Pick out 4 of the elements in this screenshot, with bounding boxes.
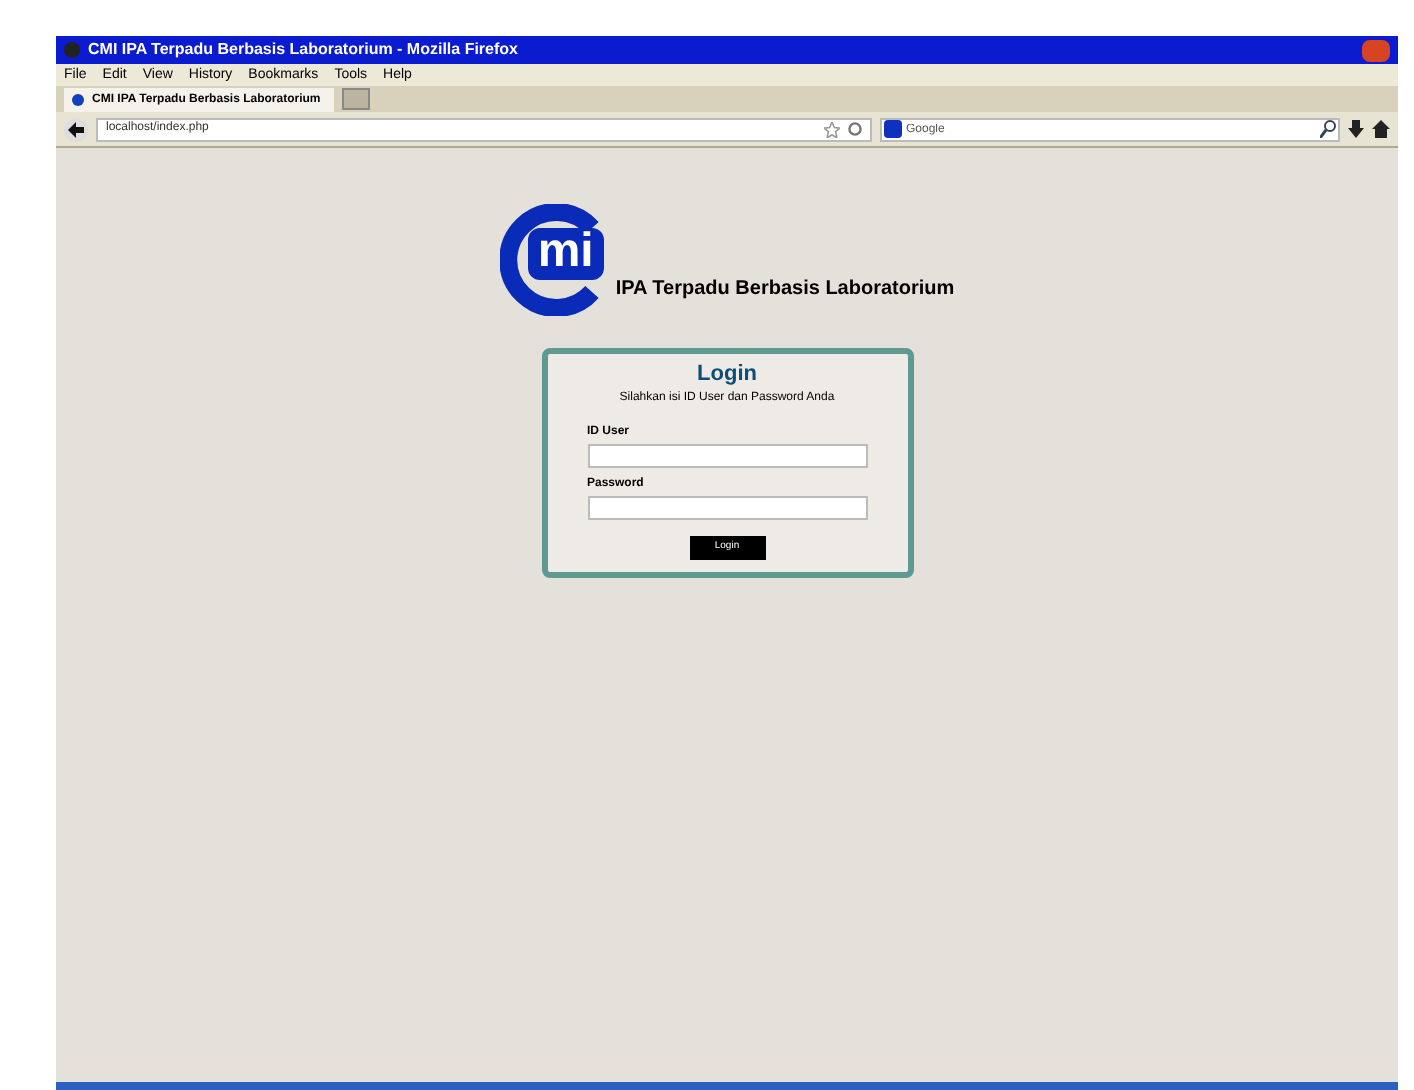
logo: mi bbox=[499, 204, 612, 316]
site-title: IPA Terpadu Berbasis Laboratorium bbox=[615, 276, 955, 304]
window-title: CMI IPA Terpadu Berbasis Laboratorium - Mozilla Firefox bbox=[88, 38, 518, 62]
login-title: Login bbox=[697, 362, 757, 390]
